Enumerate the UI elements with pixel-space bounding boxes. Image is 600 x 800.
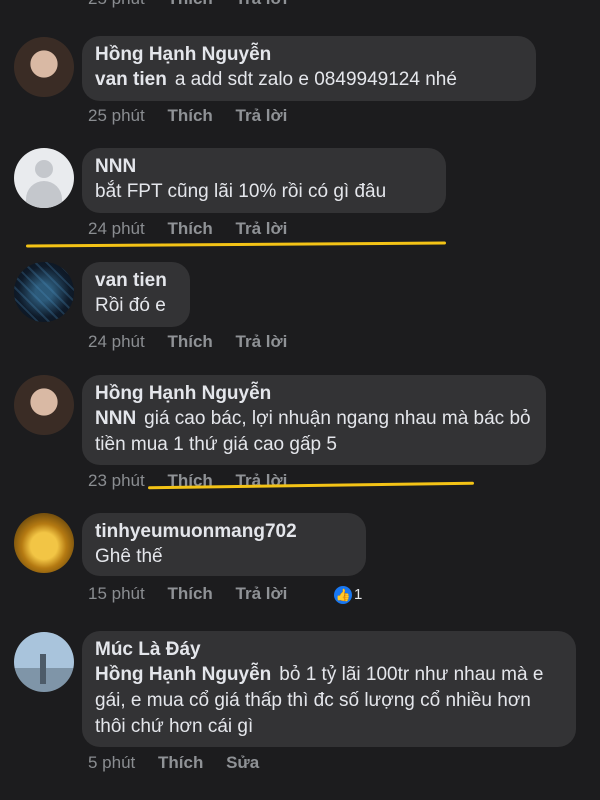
time-label: 5 phút: [88, 753, 136, 772]
comment-bubble[interactable]: Múc Là Đáy Hồng Hạnh Nguyễn bỏ 1 tỷ lãi 1…: [82, 631, 576, 747]
reply-button[interactable]: Trả lời: [236, 219, 288, 238]
like-button[interactable]: Thích: [167, 219, 212, 238]
comment-meta: 23 phút Thích Trả lời: [88, 470, 305, 492]
avatar[interactable]: [14, 262, 74, 322]
reply-button[interactable]: Trả lời: [236, 584, 288, 603]
time-label: 25 phút: [88, 0, 145, 8]
time-label: 23 phút: [88, 471, 145, 490]
like-button[interactable]: Thích: [158, 753, 203, 772]
comment-text: Ghê thế: [95, 546, 163, 567]
comment-author[interactable]: Hồng Hạnh Nguyễn: [95, 382, 533, 406]
time-label: 24 phút: [88, 332, 145, 351]
default-avatar-icon: [35, 160, 53, 178]
comment-meta: 15 phút Thích Trả lời: [88, 583, 305, 605]
avatar[interactable]: [14, 37, 74, 97]
comment-meta: 24 phút Thích Trả lời: [88, 218, 305, 240]
comment-bubble[interactable]: Hồng Hạnh Nguyễn van tien a add sdt zalo …: [82, 36, 536, 101]
comment-text: bắt FPT cũng lãi 10% rồi có gì đâu: [95, 181, 387, 202]
reply-button[interactable]: Trả lời: [236, 0, 288, 8]
comment-text: NNN giá cao bác, lợi nhuận ngang nhau mà …: [95, 408, 531, 455]
like-button[interactable]: Thích: [167, 332, 212, 351]
reaction-count[interactable]: 👍 1: [334, 586, 362, 605]
comment-text: Rồi đó e: [95, 295, 166, 316]
avatar[interactable]: [14, 148, 74, 208]
avatar[interactable]: [14, 632, 74, 692]
comment-meta: 5 phút Thích Sửa: [88, 752, 277, 774]
comment-text: Hồng Hạnh Nguyễn bỏ 1 tỷ lãi 100tr như nh…: [95, 664, 544, 737]
mention-tag[interactable]: NNN: [95, 408, 136, 429]
mention-tag[interactable]: Hồng Hạnh Nguyễn: [95, 664, 271, 685]
comment-meta-top: 25 phút Thích Trả lời: [88, 0, 305, 10]
comment-author[interactable]: NNN: [95, 155, 433, 179]
reply-button[interactable]: Trả lời: [236, 332, 288, 351]
time-label: 24 phút: [88, 219, 145, 238]
mention-tag[interactable]: van tien: [95, 69, 167, 90]
like-button[interactable]: Thích: [167, 0, 212, 8]
reply-button[interactable]: Trả lời: [236, 106, 288, 125]
comment-bubble[interactable]: van tien Rồi đó e: [82, 262, 190, 327]
comment-meta: 25 phút Thích Trả lời: [88, 105, 305, 127]
comment-author[interactable]: Múc Là Đáy: [95, 638, 563, 662]
thumbs-up-icon: 👍: [334, 586, 352, 605]
like-button[interactable]: Thích: [167, 106, 212, 125]
time-label: 15 phút: [88, 584, 145, 603]
comment-author[interactable]: tinhyeumuonmang702: [95, 520, 353, 544]
avatar[interactable]: [14, 375, 74, 435]
edit-button[interactable]: Sửa: [226, 753, 259, 772]
comment-author[interactable]: Hồng Hạnh Nguyễn: [95, 43, 523, 67]
comment-author[interactable]: van tien: [95, 269, 177, 293]
highlight-underline: [25, 241, 447, 248]
comment-bubble[interactable]: Hồng Hạnh Nguyễn NNN giá cao bác, lợi nhu…: [82, 375, 546, 465]
comment-meta: 24 phút Thích Trả lời: [88, 331, 305, 353]
comment-bubble[interactable]: tinhyeumuonmang702 Ghê thế: [82, 513, 366, 576]
like-button[interactable]: Thích: [167, 584, 212, 603]
time-label: 25 phút: [88, 106, 145, 125]
avatar[interactable]: [14, 513, 74, 573]
comment-bubble[interactable]: NNN bắt FPT cũng lãi 10% rồi có gì đâu: [82, 148, 446, 213]
comment-text: van tien a add sdt zalo e 0849949124 nhé: [95, 69, 457, 90]
